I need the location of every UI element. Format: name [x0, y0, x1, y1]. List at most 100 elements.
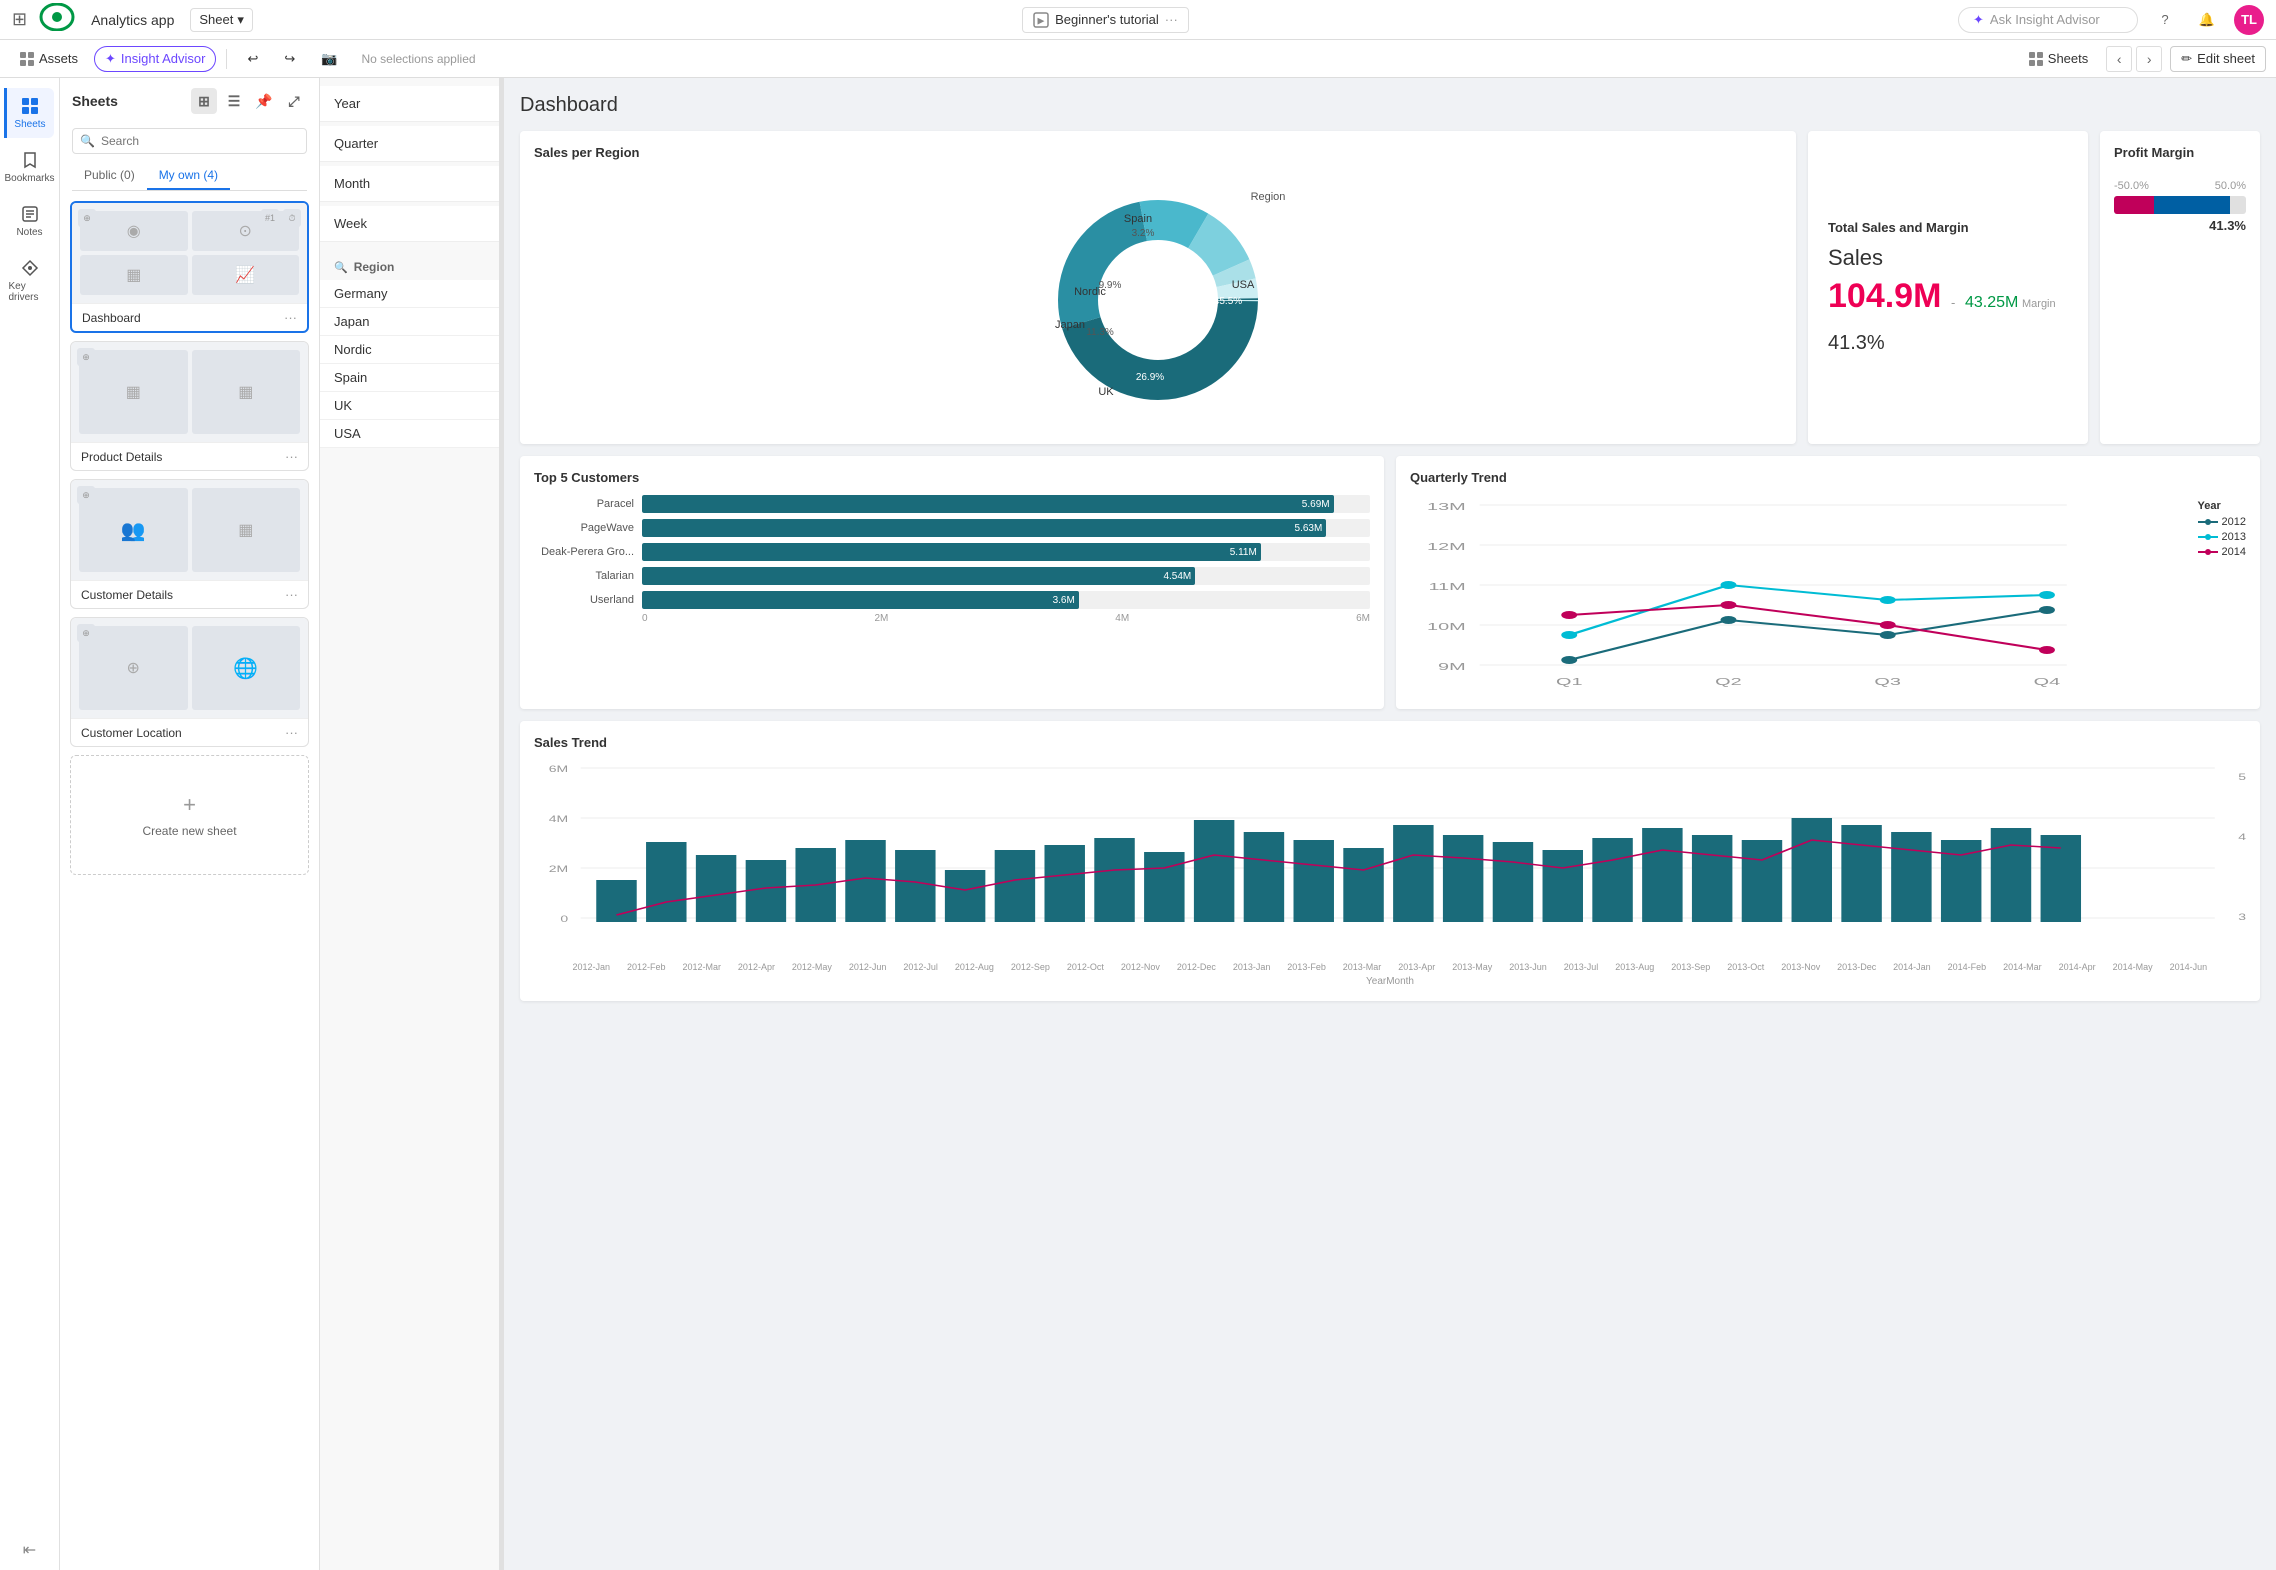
app-grid-icon[interactable]: ⊞ — [12, 9, 27, 30]
toolbar: Assets ✦ Insight Advisor ↩ ↪ 📷 No select… — [0, 40, 2276, 78]
sheets-icon — [20, 96, 40, 116]
legend-2013: 2013 — [2198, 531, 2246, 543]
row3: Sales Trend 6M 4M 2M 0 50 40 30 — [520, 721, 2260, 1001]
filter-region-usa[interactable]: USA — [320, 420, 499, 448]
sheets-panel: Sheets ⊞ ☰ 📌 ⤢ 🔍 Public (0) My own (4) ⊕ — [60, 78, 320, 1570]
sheet-thumbnail-customer: ⊕ 👥 ▦ — [71, 480, 308, 580]
avatar[interactable]: TL — [2234, 5, 2264, 35]
sales-value: 104.9M - 43.25M Margin — [1828, 277, 2068, 316]
nav-prev[interactable]: ‹ — [2106, 46, 2132, 72]
sidebar-collapse[interactable]: ⇤ — [23, 1540, 36, 1570]
app-name: Analytics app — [91, 12, 174, 28]
filter-region-spain[interactable]: Spain — [320, 364, 499, 392]
sheet-card-product[interactable]: ⊕ ▦ ▦ Product Details ··· — [70, 341, 309, 471]
legend-year-label: Year — [2198, 500, 2246, 512]
sheet-more-dashboard[interactable]: ··· — [284, 310, 297, 325]
total-sales-margin-card: Total Sales and Margin Sales 104.9M - 43… — [1808, 131, 2088, 444]
bar-row-1: PageWave 5.63M — [534, 519, 1370, 537]
sheet-card-dashboard[interactable]: ⊕ #1 ⏱ ◉ ⊙ ▦ 📈 Dashboard ··· — [70, 201, 309, 333]
svg-text:50: 50 — [2238, 772, 2246, 782]
filter-quarter[interactable]: Quarter — [320, 126, 499, 162]
assets-button[interactable]: Assets — [10, 47, 88, 70]
bookmarks-icon — [20, 150, 40, 170]
sheet-more-customer[interactable]: ··· — [285, 587, 298, 602]
quarterly-trend-card: Quarterly Trend 13M 12M 11M 10M 9M — [1396, 456, 2260, 709]
sheets-view-button[interactable]: Sheets — [2019, 47, 2098, 70]
sales-label: Sales — [1828, 245, 2068, 271]
help-icon[interactable]: ? — [2150, 5, 2180, 35]
pin-view-btn[interactable]: 📌 — [251, 88, 277, 114]
pm-negative — [2114, 196, 2154, 214]
bar-fill-1: 5.63M — [642, 519, 1326, 537]
sheet-more-product[interactable]: ··· — [285, 449, 298, 464]
no-selections-label: No selections applied — [361, 52, 475, 66]
create-new-sheet-button[interactable]: + Create new sheet — [70, 755, 309, 875]
filter-year[interactable]: Year — [320, 86, 499, 122]
thumb-cell-1: ◉ — [80, 211, 188, 251]
bar-row-2: Deak-Perera Gro... 5.11M — [534, 543, 1370, 561]
bar-row-3: Talarian 4.54M — [534, 567, 1370, 585]
filter-region-germany[interactable]: Germany — [320, 280, 499, 308]
edit-sheet-button[interactable]: ✏ Edit sheet — [2170, 46, 2266, 72]
thumb-icon-clock: ⏱ — [283, 209, 301, 227]
thumb-icon-cust: ⊕ — [77, 486, 95, 504]
tutorial-button[interactable]: ▶ Beginner's tutorial ··· — [1022, 7, 1189, 33]
sidebar-item-notes[interactable]: Notes — [5, 196, 55, 246]
bar-fill-0: 5.69M — [642, 495, 1334, 513]
quarterly-title: Quarterly Trend — [1410, 470, 2246, 485]
profit-margin-title: Profit Margin — [2114, 145, 2246, 160]
svg-text:9.9%: 9.9% — [1099, 280, 1122, 291]
dashboard-title: Dashboard — [520, 94, 2260, 117]
svg-text:Japan: Japan — [1055, 319, 1085, 331]
bar-axis: 0 2M 4M 6M — [534, 613, 1370, 624]
grid-view-btn[interactable]: ⊞ — [191, 88, 217, 114]
sales-trend-x-axis-label: YearMonth — [534, 976, 2246, 987]
svg-text:Q1: Q1 — [1556, 677, 1583, 688]
svg-text:▶: ▶ — [1038, 15, 1045, 25]
filter-region-uk[interactable]: UK — [320, 392, 499, 420]
svg-text:0: 0 — [560, 914, 568, 924]
list-view-btn[interactable]: ☰ — [221, 88, 247, 114]
pm-positive — [2154, 196, 2231, 214]
sheet-footer-product: Product Details ··· — [71, 442, 308, 470]
bar-track-0: 5.69M — [642, 495, 1370, 513]
filter-region-nordic[interactable]: Nordic — [320, 336, 499, 364]
bar-track-2: 5.11M — [642, 543, 1370, 561]
sheet-more-location[interactable]: ··· — [285, 725, 298, 740]
ask-insight-button[interactable]: ✦ Ask Insight Advisor — [1958, 7, 2138, 33]
thumb-cell-cust-1: 👥 — [79, 488, 188, 572]
tab-public[interactable]: Public (0) — [72, 162, 147, 190]
sheets-search-box: 🔍 — [72, 128, 307, 154]
insight-advisor-button[interactable]: ✦ Insight Advisor — [94, 46, 216, 72]
thumb-cell-loc-2: 🌐 — [192, 626, 301, 710]
pm-value: 41.3% — [2114, 218, 2246, 233]
sheets-tabs: Public (0) My own (4) — [72, 162, 307, 191]
search-input[interactable] — [72, 128, 307, 154]
nav-next[interactable]: › — [2136, 46, 2162, 72]
pm-scale: -50.0% 50.0% — [2114, 180, 2246, 192]
sidebar-item-key-drivers[interactable]: Key drivers — [5, 250, 55, 311]
assets-icon — [20, 52, 34, 66]
expand-view-btn[interactable]: ⤢ — [281, 88, 307, 114]
filter-week[interactable]: Week — [320, 206, 499, 242]
tab-my-own[interactable]: My own (4) — [147, 162, 230, 190]
filter-month[interactable]: Month — [320, 166, 499, 202]
sheet-dropdown[interactable]: Sheet ▾ — [190, 8, 253, 32]
sidebar-item-bookmarks[interactable]: Bookmarks — [5, 142, 55, 192]
sheet-card-customer[interactable]: ⊕ 👥 ▦ Customer Details ··· — [70, 479, 309, 609]
sidebar-item-sheets[interactable]: Sheets — [4, 88, 54, 138]
forward-button[interactable]: ↪ — [274, 47, 305, 71]
svg-text:11M: 11M — [1428, 582, 1465, 593]
sales-trend-title: Sales Trend — [534, 735, 2246, 750]
back-button[interactable]: ↩ — [237, 47, 268, 71]
svg-text:Q2: Q2 — [1715, 677, 1742, 688]
notifications-icon[interactable]: 🔔 — [2192, 5, 2222, 35]
snapshot-button[interactable]: 📷 — [311, 47, 347, 71]
thumb-cell-loc-1: ⊕ — [79, 626, 188, 710]
thumb-icon-loc: ⊕ — [77, 624, 95, 642]
quarterly-chart-area: 13M 12M 11M 10M 9M Q1 Q2 — [1410, 495, 2246, 695]
sheets-view-buttons: ⊞ ☰ 📌 ⤢ — [191, 88, 307, 114]
legend-2012: 2012 — [2198, 516, 2246, 528]
sheet-card-location[interactable]: ⊕ ⊕ 🌐 Customer Location ··· — [70, 617, 309, 747]
filter-region-japan[interactable]: Japan — [320, 308, 499, 336]
